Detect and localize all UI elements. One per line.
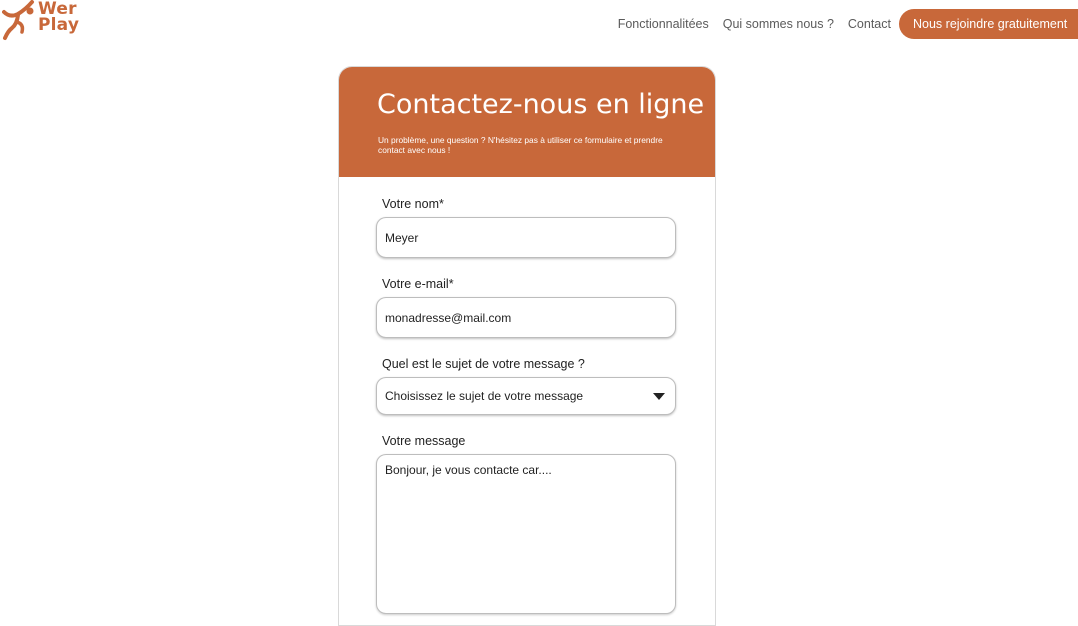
subject-label: Quel est le sujet de votre message ? [382,357,585,371]
logo[interactable]: Wer Play [2,0,82,44]
nav-link-contact[interactable]: Contact [848,17,891,31]
email-label: Votre e-mail* [382,277,454,291]
logo-line2: Play [38,15,80,35]
header: Wer Play Fonctionnalitées Qui sommes nou… [0,0,1078,48]
message-label: Votre message [382,434,466,448]
page-subtitle: Un problème, une question ? N'hésitez pa… [378,135,663,155]
message-field[interactable]: Bonjour, je vous contacte car.... [376,454,676,614]
name-label: Votre nom* [382,197,444,211]
nav-link-about[interactable]: Qui sommes nous ? [723,17,834,31]
logo-text: Wer Play [38,1,80,35]
email-field[interactable] [376,297,676,338]
runner-logo-icon [2,0,36,44]
subject-select[interactable]: Choisissez le sujet de votre message [376,377,676,415]
chevron-down-icon [653,392,665,400]
card-header: Contactez-nous en ligne Un problème, une… [339,67,715,177]
contact-card: Contactez-nous en ligne Un problème, une… [338,66,716,626]
main-nav: Fonctionnalitées Qui sommes nous ? Conta… [618,9,1078,39]
page-title: Contactez-nous en ligne [377,89,705,120]
join-free-button[interactable]: Nous rejoindre gratuitement [899,9,1078,39]
nav-link-features[interactable]: Fonctionnalitées [618,17,709,31]
subject-select-value: Choisissez le sujet de votre message [385,389,584,403]
name-field[interactable] [376,217,676,258]
